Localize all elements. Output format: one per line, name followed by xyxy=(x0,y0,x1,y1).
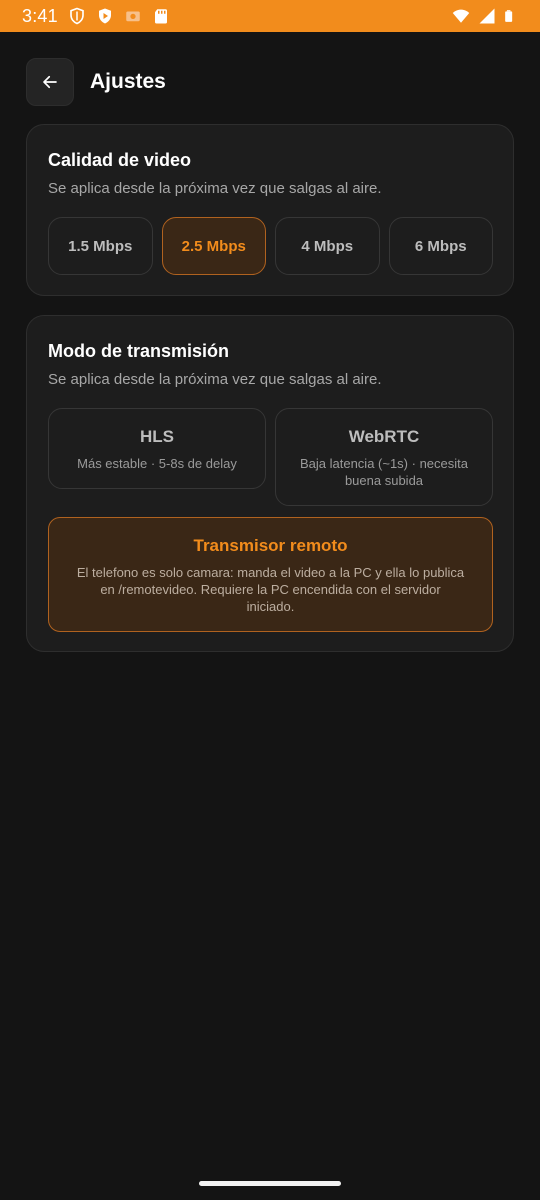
back-button[interactable] xyxy=(26,58,74,106)
shield-icon xyxy=(70,7,84,25)
status-icons-left xyxy=(68,7,170,25)
bitrate-options: 1.5 Mbps 2.5 Mbps 4 Mbps 6 Mbps xyxy=(48,217,493,275)
play-store-icon xyxy=(98,8,111,24)
bitrate-option-6[interactable]: 6 Mbps xyxy=(388,217,493,275)
sd-card-icon xyxy=(154,9,167,24)
mode-remote-description: El telefono es solo camara: manda el vid… xyxy=(76,565,465,614)
bitrate-option-4[interactable]: 4 Mbps xyxy=(275,217,380,275)
mode-remote-title: Transmisor remoto xyxy=(193,536,348,555)
mode-webrtc-title: WebRTC xyxy=(348,427,420,446)
bitrate-option-2-5[interactable]: 2.5 Mbps xyxy=(161,217,266,275)
mode-option-remote[interactable]: Transmisor remoto El telefono es solo ca… xyxy=(48,517,493,632)
mode-option-webrtc[interactable]: WebRTC Baja latencia (~1s) · necesita bu… xyxy=(275,408,493,506)
signal-icon xyxy=(479,8,495,24)
video-quality-subtitle: Se aplica desde la próxima vez que salga… xyxy=(48,180,382,197)
transmission-mode-subtitle: Se aplica desde la próxima vez que salga… xyxy=(48,371,382,388)
status-time: 3:41 xyxy=(22,5,58,26)
mode-hls-description: Más estable · 5-8s de delay xyxy=(77,456,237,471)
header: Ajustes xyxy=(26,58,166,106)
home-indicator[interactable] xyxy=(199,1181,341,1186)
video-quality-card: Calidad de video Se aplica desde la próx… xyxy=(26,124,514,296)
mode-options: HLS Más estable · 5-8s de delay WebRTC B… xyxy=(48,408,493,506)
mode-hls-title: HLS xyxy=(140,427,174,446)
photo-icon xyxy=(126,11,140,22)
status-icons-right xyxy=(452,7,518,25)
page-title: Ajustes xyxy=(90,70,166,93)
wifi-icon xyxy=(452,9,470,23)
transmission-mode-title: Modo de transmisión xyxy=(48,341,230,361)
status-bar: 3:41 xyxy=(0,0,540,32)
arrow-left-icon xyxy=(43,75,57,89)
mode-option-hls[interactable]: HLS Más estable · 5-8s de delay xyxy=(48,408,266,489)
mode-webrtc-description: Baja latencia (~1s) · necesita buena sub… xyxy=(299,456,468,488)
video-quality-title: Calidad de video xyxy=(48,150,192,170)
battery-icon xyxy=(505,10,513,22)
transmission-mode-card: Modo de transmisión Se aplica desde la p… xyxy=(26,315,514,652)
bitrate-option-1-5[interactable]: 1.5 Mbps xyxy=(48,217,153,275)
